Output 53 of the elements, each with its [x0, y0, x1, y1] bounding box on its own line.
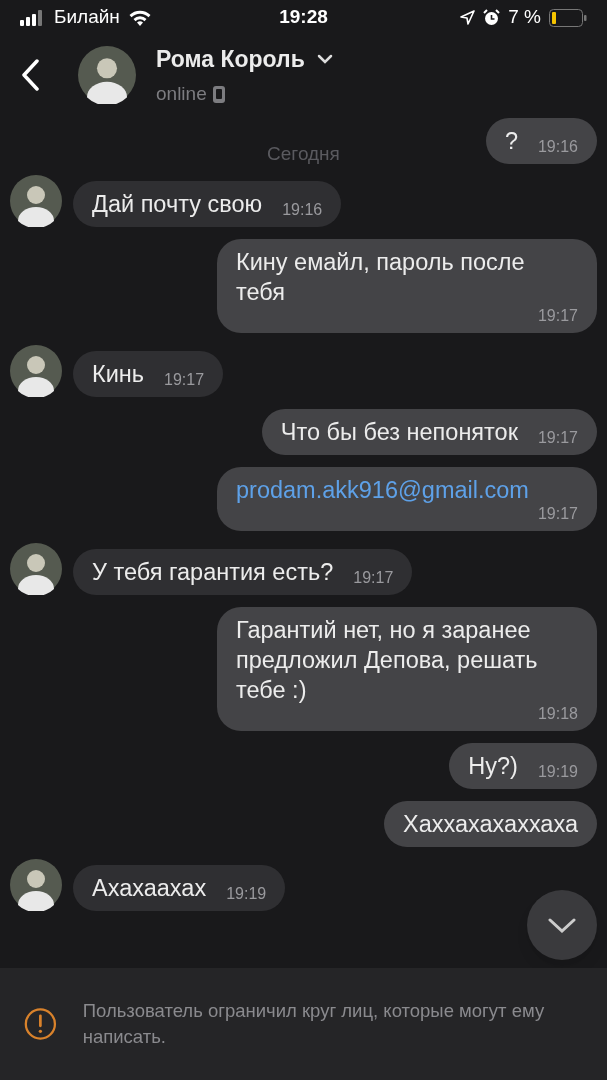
message-text: Гарантий нет, но я заранее предложил Депова, решать тебе :) [236, 615, 539, 705]
message-bubble[interactable]: ? 19:16 [485, 118, 597, 164]
email-link[interactable]: prodam.akk916@gmail.com [236, 474, 529, 505]
avatar [10, 344, 62, 397]
message-time: 19:16 [537, 138, 578, 156]
alarm-icon [483, 9, 501, 26]
avatar [78, 46, 136, 104]
wifi-icon [127, 9, 152, 26]
battery-percent: 7 % [508, 5, 541, 30]
message-time: 19:17 [537, 504, 578, 523]
message-time: 19:19 [226, 884, 267, 903]
message-bubble[interactable]: Дай почту свою 19:16 [73, 180, 342, 227]
avatar [10, 174, 62, 227]
message-text: Хаххахахаххаха [402, 809, 578, 839]
message-time: 19:18 [537, 704, 578, 723]
message-text: Ахахаахах [92, 873, 207, 903]
restriction-notice: Пользователь ограничил круг лиц, которые могут ему написать. [82, 999, 546, 1049]
back-icon [21, 59, 39, 91]
message-bubble[interactable]: Ахахаахах 19:19 [73, 864, 286, 911]
warning-icon [24, 1006, 57, 1042]
message-time: 19:17 [537, 306, 578, 325]
contact-name[interactable]: Рома Король [156, 41, 305, 76]
message-bubble[interactable]: Что бы без непоняток 19:17 [261, 408, 597, 455]
avatar [10, 542, 62, 595]
message-text: Кину емайл, пароль после тебя [236, 247, 526, 307]
message-bubble[interactable]: У тебя гарантия есть? 19:17 [73, 548, 413, 595]
date-separator: Сегодня [267, 142, 340, 166]
message-time: 19:17 [164, 370, 205, 389]
carrier-name: Билайн [54, 5, 120, 30]
message-bubble[interactable]: Ну?) 19:19 [449, 742, 597, 789]
message-bubble[interactable]: Гарантий нет, но я заранее предложил Депова, решать тебе :) 19:18 [217, 606, 597, 731]
message-bubble[interactable]: Хаххахахаххаха [383, 800, 597, 847]
avatar [10, 858, 62, 911]
message-time: 19:19 [537, 762, 578, 781]
chevron-down-icon[interactable] [316, 53, 333, 64]
message-text: У тебя гарантия есть? [92, 557, 334, 587]
message-text: ? [504, 127, 518, 156]
location-arrow-icon [460, 10, 476, 25]
phone-icon [212, 85, 225, 103]
message-bubble[interactable]: Кину емайл, пароль после тебя 19:17 [217, 238, 597, 333]
message-time: 19:17 [537, 428, 578, 447]
message-time: 19:17 [353, 568, 394, 587]
message-bubble[interactable]: prodam.akk916@gmail.com 19:17 [217, 466, 597, 531]
message-text: Ну?) [468, 751, 518, 781]
chevron-down-icon [547, 917, 577, 933]
message-text: Дай почту свою [92, 189, 263, 219]
message-text: Кинь [92, 359, 145, 389]
status-time: 19:28 [279, 5, 328, 30]
online-status: online [156, 82, 207, 106]
message-time: 19:16 [282, 200, 323, 219]
battery-icon [549, 8, 587, 27]
message-bubble[interactable]: Кинь 19:17 [73, 350, 224, 397]
message-text: Что бы без непоняток [280, 417, 518, 447]
